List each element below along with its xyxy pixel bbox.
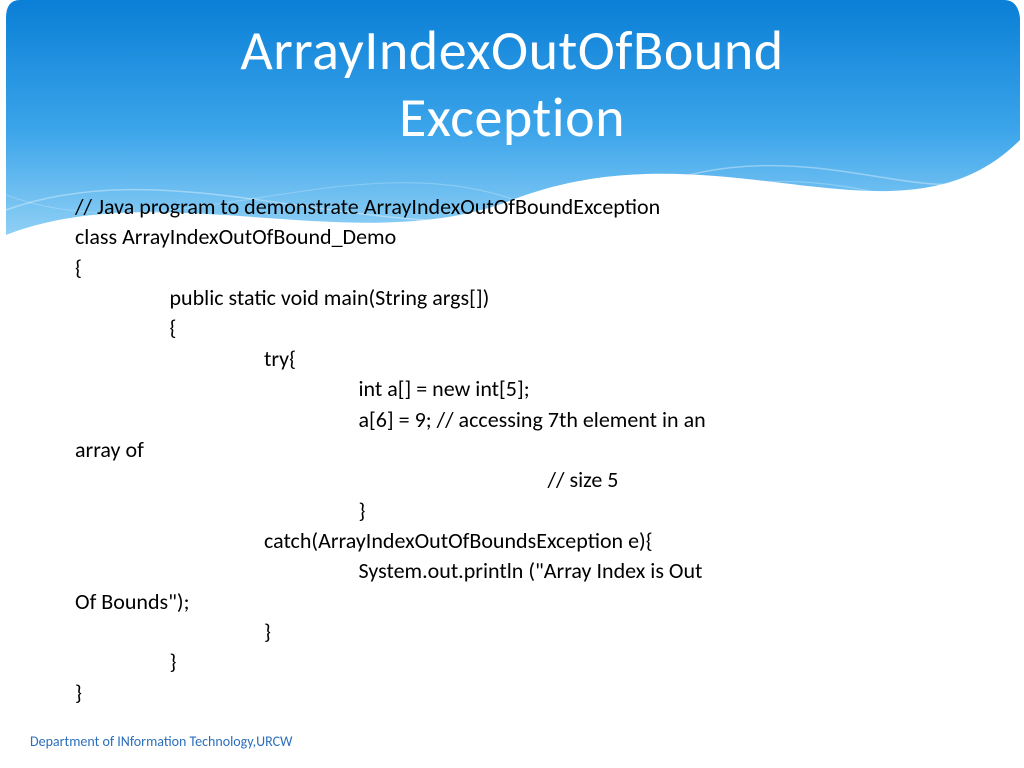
title-line-1: ArrayIndexOutOfBound	[240, 17, 783, 85]
code-line: }	[75, 678, 955, 708]
code-block: // Java program to demonstrate ArrayInde…	[75, 192, 955, 708]
code-line: Of Bounds");	[75, 587, 955, 617]
slide-title: ArrayIndexOutOfBound Exception	[0, 18, 1024, 152]
code-line: System.out.println ("Array Index is Out	[75, 556, 955, 586]
slide: ArrayIndexOutOfBound Exception // Java p…	[0, 0, 1024, 768]
code-line: try{	[75, 344, 955, 374]
code-line: // size 5	[75, 465, 955, 495]
title-line-2: Exception	[399, 84, 625, 152]
code-line: // Java program to demonstrate ArrayInde…	[75, 192, 955, 222]
code-line: int a[] = new int[5];	[75, 374, 955, 404]
code-line: public static void main(String args[])	[75, 283, 955, 313]
code-line: array of	[75, 435, 955, 465]
code-line: class ArrayIndexOutOfBound_Demo	[75, 222, 955, 252]
code-line: a[6] = 9; // accessing 7th element in an	[75, 405, 955, 435]
code-line: }	[75, 647, 955, 677]
code-line: {	[75, 253, 955, 283]
code-line: }	[75, 496, 955, 526]
footer-text: Department of INformation Technology,URC…	[30, 733, 293, 750]
code-line: catch(ArrayIndexOutOfBoundsException e){	[75, 526, 955, 556]
code-line: {	[75, 313, 955, 343]
code-line: }	[75, 617, 955, 647]
